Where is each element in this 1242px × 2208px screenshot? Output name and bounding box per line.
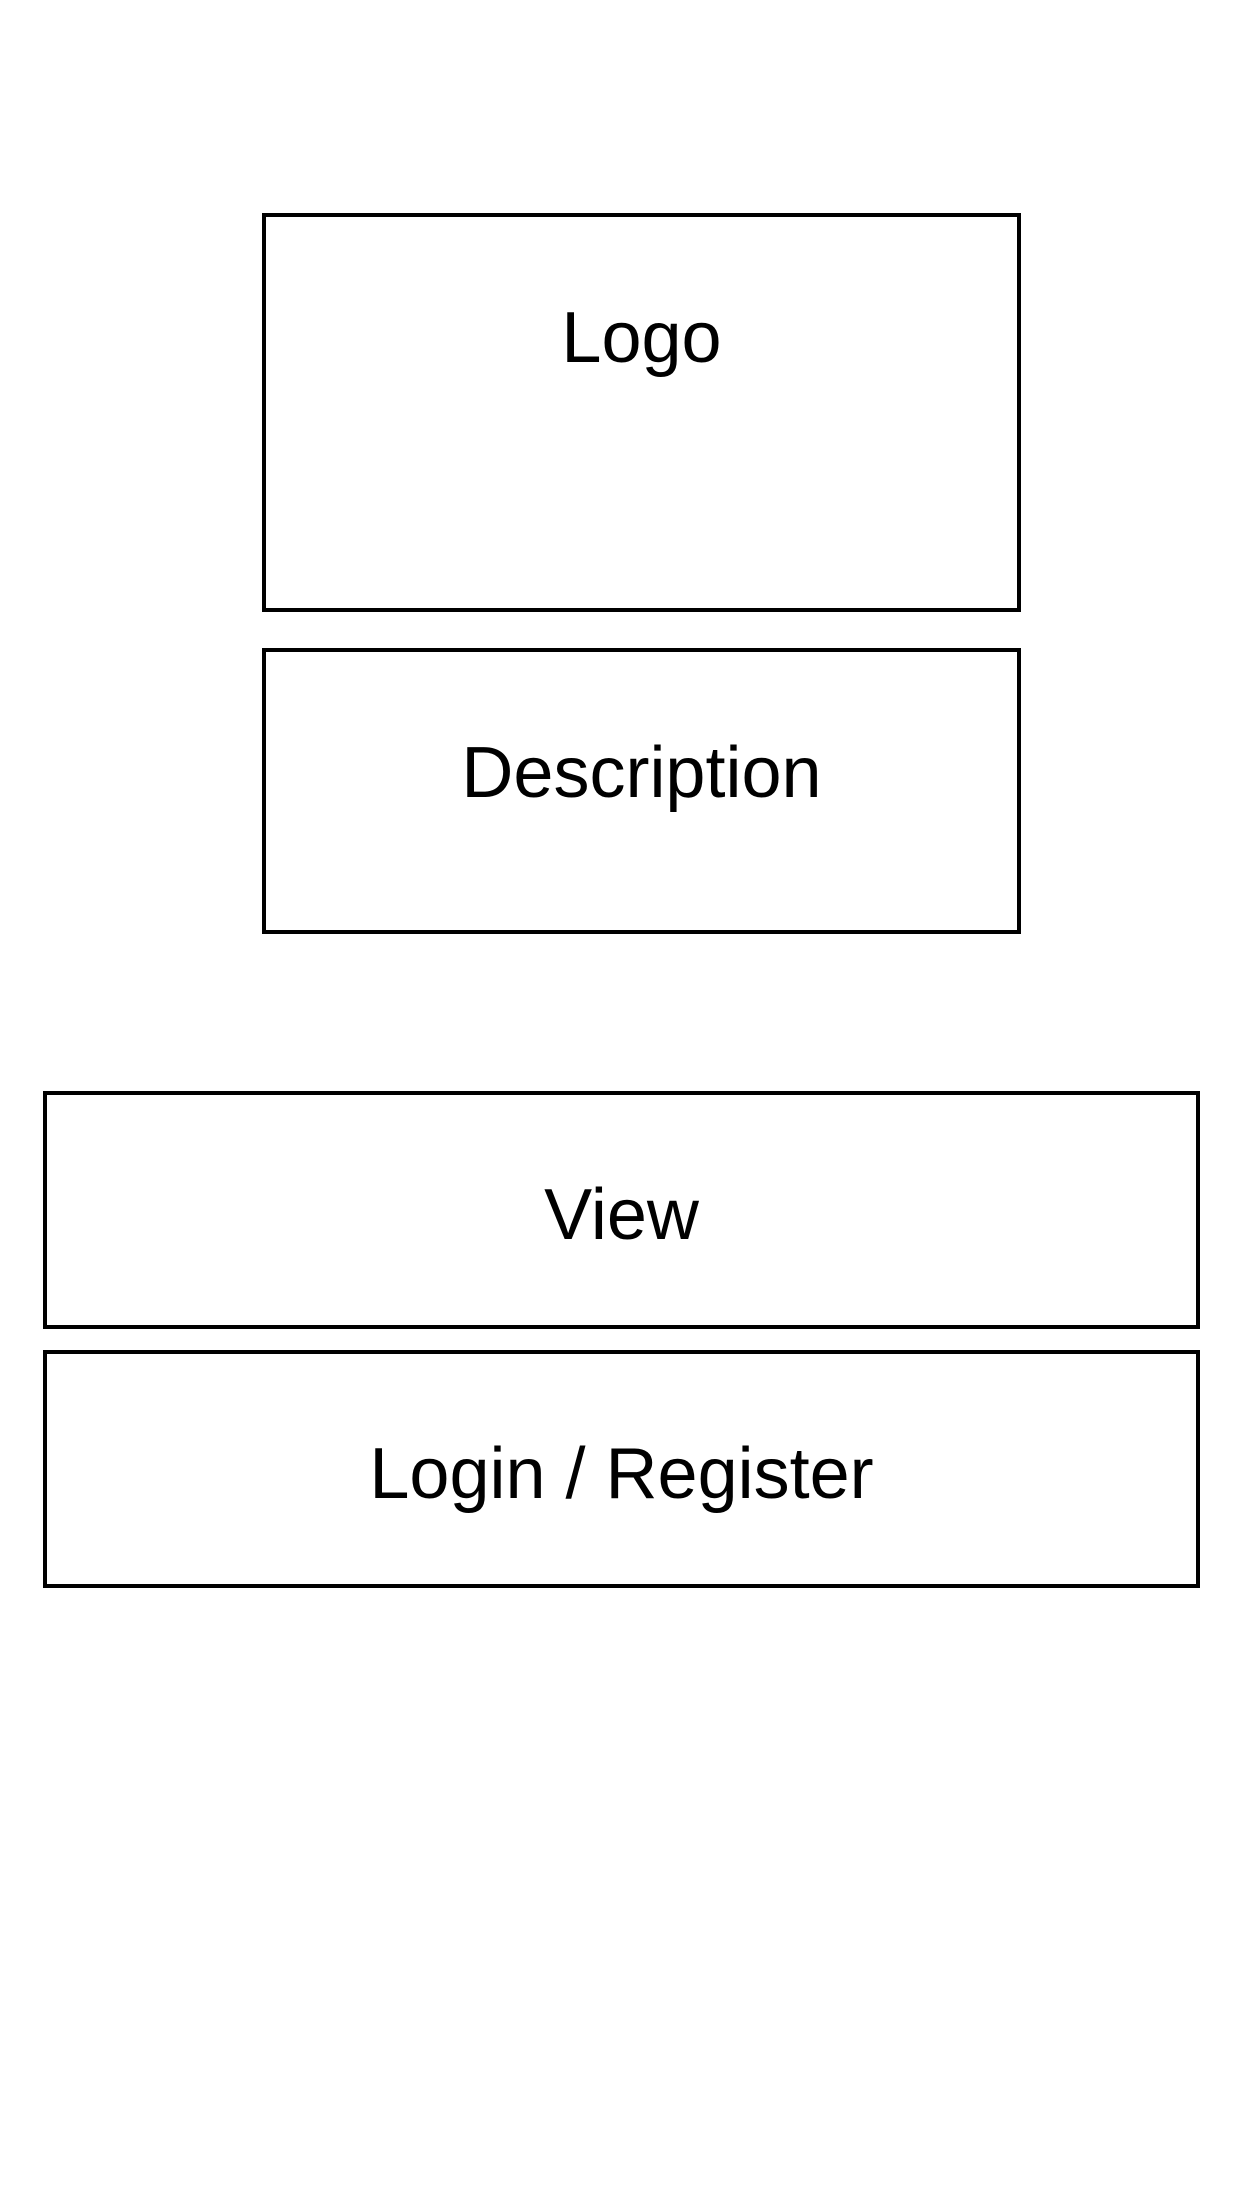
view-button-label: View — [544, 1175, 699, 1255]
login-register-button-label: Login / Register — [369, 1434, 874, 1514]
logo-placeholder: Logo — [262, 213, 1021, 612]
description-placeholder: Description — [262, 648, 1021, 934]
view-button[interactable]: View — [43, 1091, 1200, 1329]
logo-label: Logo — [561, 298, 722, 378]
description-label: Description — [461, 733, 822, 813]
login-register-button[interactable]: Login / Register — [43, 1350, 1200, 1588]
